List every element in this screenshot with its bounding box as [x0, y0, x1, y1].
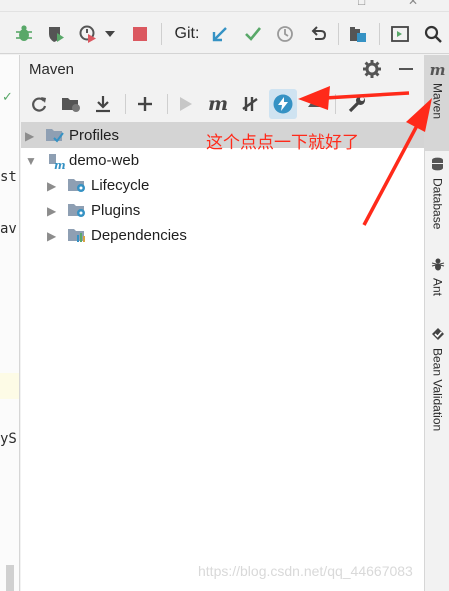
add-folder-icon[interactable]: [57, 85, 85, 123]
tree-item-label: Dependencies: [91, 227, 187, 244]
close-window-icon[interactable]: ✕: [408, 0, 418, 8]
stop-icon[interactable]: [128, 14, 152, 54]
svg-text:m: m: [54, 159, 66, 170]
git-label-text: Git:: [174, 25, 200, 42]
expand-arrow-icon[interactable]: ▶: [47, 179, 56, 193]
editor-gutter: ✓ st av yS: [0, 55, 20, 591]
maven-panel: Maven m ▶ Profiles ▼ m demo-web ▶ Lifecy…: [21, 55, 424, 591]
annotation-text: 这个点点一下就好了: [206, 133, 359, 152]
git-commit-icon[interactable]: [240, 14, 266, 54]
dependencies-icon: [67, 226, 87, 249]
download-icon[interactable]: [89, 85, 117, 123]
gear-icon[interactable]: [363, 60, 381, 83]
tree-item-label: Profiles: [69, 127, 120, 144]
minimize-icon[interactable]: [399, 68, 413, 70]
terminal-icon[interactable]: [387, 14, 413, 54]
side-tab-database[interactable]: Database: [425, 153, 449, 243]
panel-title: Maven: [29, 61, 75, 78]
ide-window: □ ✕ Git: ✓ st av yS Maven m ▶ Profiles ▼…: [0, 0, 449, 591]
git-label: Git:: [170, 14, 204, 54]
tree-item-lifecycle[interactable]: ▶ Lifecycle: [21, 173, 424, 198]
right-tool-bar: m Maven Database Ant Bean Validation: [424, 55, 449, 591]
ant-icon: [431, 257, 445, 274]
side-tab-bean-validation[interactable]: Bean Validation: [425, 323, 449, 453]
skip-tests-icon[interactable]: [237, 85, 263, 123]
editor-line: st: [0, 169, 17, 185]
toolbar-separator: [167, 94, 168, 114]
side-tab-maven[interactable]: m Maven: [425, 55, 449, 151]
editor-line: av: [0, 221, 17, 237]
editor-scrollbar[interactable]: [6, 565, 14, 591]
collapse-arrow-icon[interactable]: ▼: [25, 154, 37, 168]
restore-icon[interactable]: □: [358, 0, 365, 8]
history-icon[interactable]: [272, 14, 298, 54]
tree-item-plugins[interactable]: ▶ Plugins: [21, 198, 424, 223]
tree-item-dependencies[interactable]: ▶ Dependencies: [21, 223, 424, 248]
toolbar-separator: [338, 23, 339, 45]
run-icon[interactable]: [174, 85, 198, 123]
tree-item-label: demo-web: [69, 152, 140, 169]
panel-header: Maven: [21, 55, 424, 85]
revert-icon[interactable]: [305, 14, 331, 54]
side-tab-label: Maven: [430, 83, 445, 120]
dropdown-icon[interactable]: [102, 14, 118, 54]
expand-arrow-icon[interactable]: ▶: [47, 229, 56, 243]
editor-line: yS: [0, 431, 17, 447]
collapse-icon[interactable]: [303, 85, 325, 123]
window-top-strip: □ ✕: [0, 0, 449, 12]
profile-icon[interactable]: [76, 14, 100, 54]
plugins-folder-icon: [67, 201, 87, 224]
side-tab-ant[interactable]: Ant: [425, 253, 449, 309]
toolbar-separator: [161, 23, 162, 45]
maven-toolbar: m: [21, 85, 424, 123]
toolbar-separator: [335, 94, 336, 114]
search-icon[interactable]: [420, 14, 446, 54]
side-tab-label: Database: [430, 178, 445, 230]
maven-tab-icon: m: [429, 61, 446, 79]
wrench-icon[interactable]: [343, 85, 371, 123]
bean-validation-icon: [431, 327, 445, 344]
database-icon: [431, 157, 444, 174]
maven-module-icon: m: [47, 152, 67, 175]
reload-icon[interactable]: [25, 85, 53, 123]
tree-item-label: Lifecycle: [91, 177, 150, 194]
bug-icon[interactable]: [10, 14, 38, 54]
coverage-icon[interactable]: [42, 14, 70, 54]
offline-mode-icon[interactable]: [269, 89, 297, 119]
toolbar-separator: [379, 23, 380, 45]
tree-item-label: Plugins: [91, 202, 141, 219]
editor-highlight-line: [0, 373, 19, 399]
watermark: https://blog.csdn.net/qq_44667083: [198, 563, 413, 579]
expand-arrow-icon[interactable]: ▶: [47, 204, 56, 218]
maven-icon[interactable]: m: [205, 85, 231, 123]
profiles-icon: [45, 126, 65, 149]
main-toolbar: Git:: [0, 14, 449, 54]
side-tab-label: Bean Validation: [430, 348, 445, 432]
lifecycle-folder-icon: [67, 176, 87, 199]
project-structure-icon[interactable]: [345, 14, 371, 54]
expand-arrow-icon[interactable]: ▶: [25, 129, 34, 143]
git-update-icon[interactable]: [207, 14, 233, 54]
check-icon: ✓: [2, 89, 13, 104]
plus-icon[interactable]: [131, 85, 159, 123]
toolbar-separator: [125, 94, 126, 114]
side-tab-label: Ant: [430, 278, 445, 297]
